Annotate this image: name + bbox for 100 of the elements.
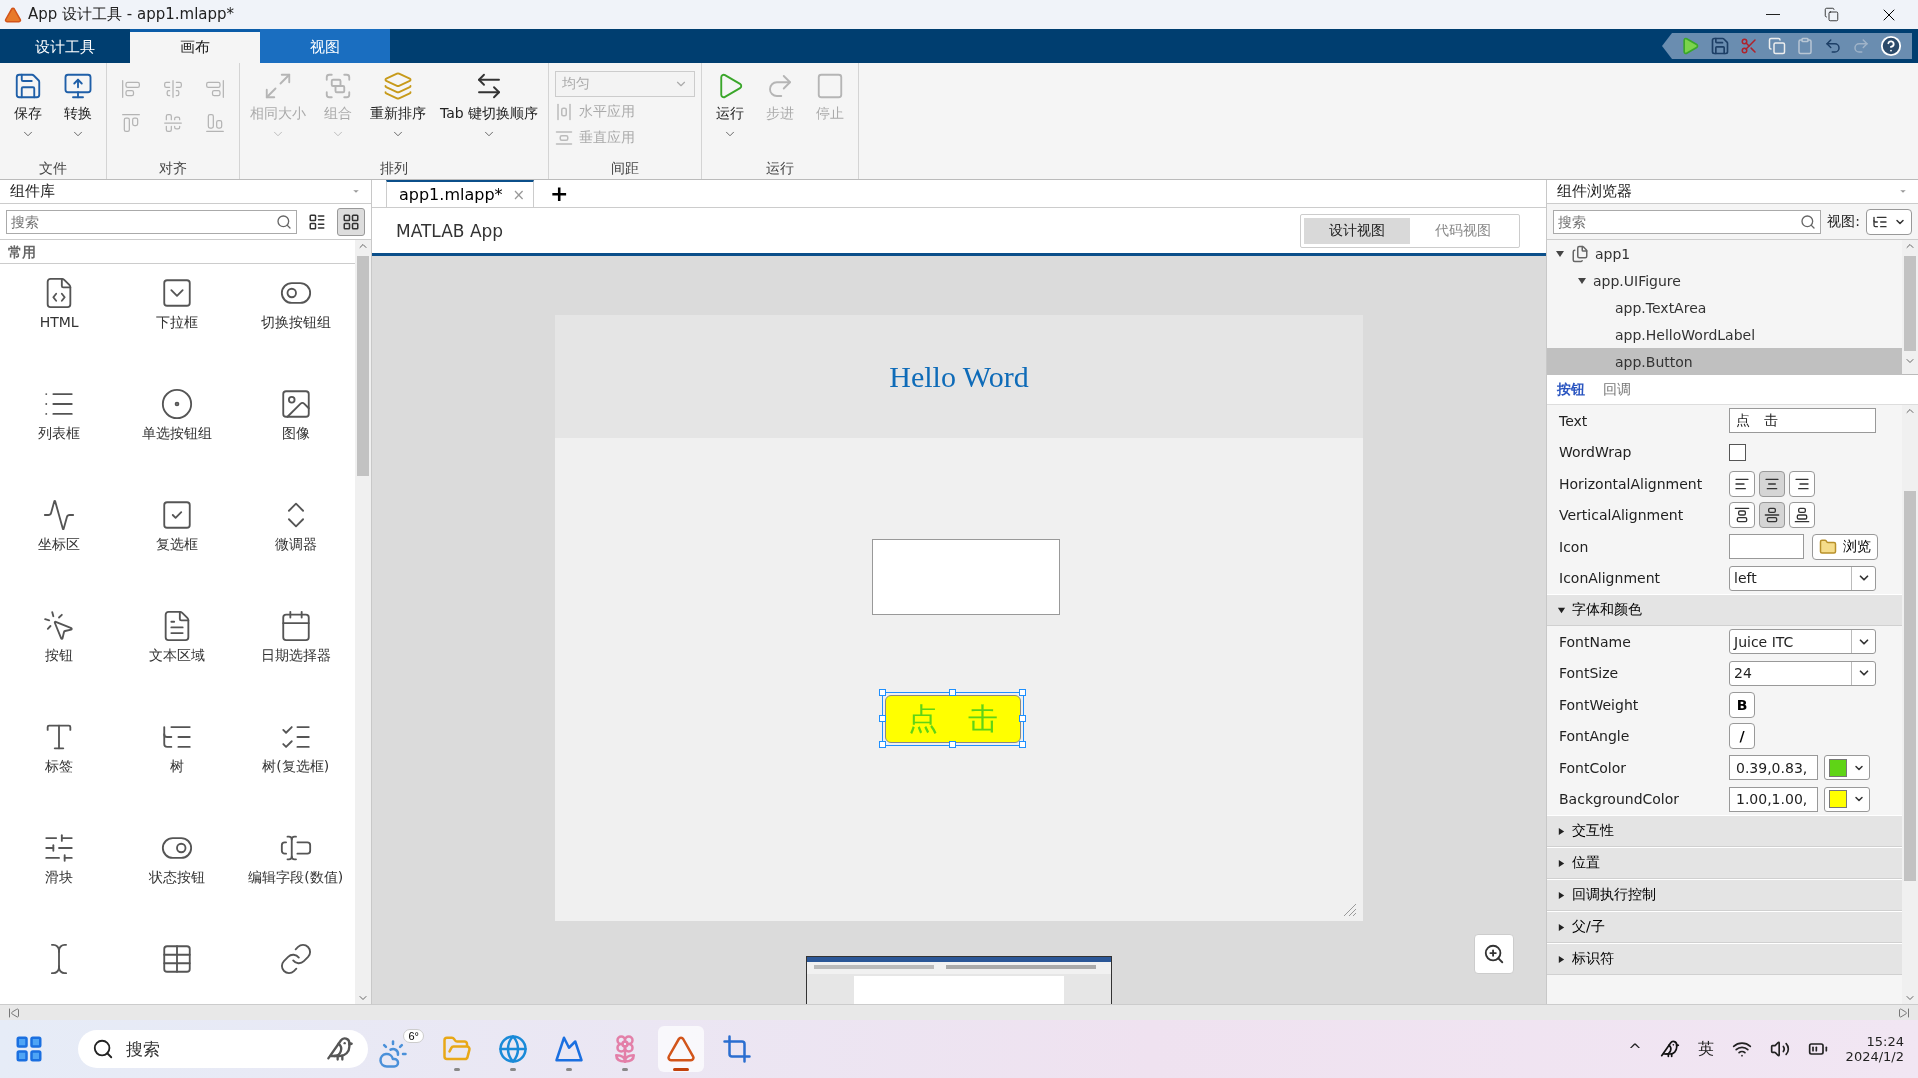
heading-label[interactable]: Hello Word — [889, 359, 1029, 394]
tree-item[interactable]: app.UIFigure — [1547, 267, 1681, 294]
color-value-field[interactable]: 1.00,1.00, — [1729, 786, 1818, 812]
alignment-button[interactable] — [1789, 502, 1815, 529]
resize-handle[interactable] — [1019, 741, 1026, 748]
collapsed-triangle-icon[interactable] — [1557, 922, 1566, 932]
toggle-button[interactable]: B — [1729, 691, 1755, 718]
taskbar-search-field[interactable]: 搜索 — [78, 1030, 368, 1068]
text-field[interactable]: 点 击 — [1729, 408, 1876, 434]
text-area[interactable] — [872, 539, 1060, 615]
component-item[interactable]: 单选按钮组 — [118, 387, 237, 443]
grid-view-button[interactable] — [337, 207, 365, 236]
play-icon[interactable] — [1680, 36, 1700, 56]
component-item[interactable]: 日期选择器 — [236, 609, 355, 665]
document-tab[interactable]: app1.mlapp* × — [386, 180, 535, 207]
icon-field[interactable] — [1729, 534, 1804, 560]
search-field[interactable]: 搜索 — [1553, 209, 1822, 234]
ribbon-tab[interactable]: 画布 — [130, 29, 260, 63]
wifi-icon[interactable] — [1731, 1039, 1752, 1059]
component-item[interactable]: 微调器 — [236, 498, 355, 554]
component-item[interactable]: 列表框 — [0, 387, 119, 443]
component-item[interactable]: 状态按钮 — [118, 831, 237, 887]
toolstrip-button[interactable]: Tab 键切换顺序 — [436, 67, 543, 145]
toggle-button[interactable]: / — [1729, 723, 1755, 750]
collapsed-triangle-icon[interactable] — [1557, 826, 1566, 836]
component-item[interactable]: 切换按钮组 — [236, 276, 355, 332]
scrollbar[interactable] — [355, 240, 371, 1004]
resize-handle[interactable] — [1019, 715, 1026, 722]
undo-icon[interactable] — [1824, 37, 1842, 55]
scrollbar-thumb[interactable] — [1904, 491, 1916, 881]
clipboard-icon[interactable] — [1796, 37, 1814, 55]
scrollbar[interactable] — [1902, 405, 1918, 1004]
color-value-field[interactable]: 0.39,0.83, — [1729, 755, 1818, 781]
alignment-button[interactable] — [1729, 502, 1755, 529]
component-item[interactable]: 下拉框 — [118, 276, 237, 332]
resize-handle[interactable] — [879, 741, 886, 748]
inspector-tab[interactable]: 按钮 — [1553, 380, 1589, 399]
scissors-icon[interactable] — [1740, 37, 1758, 55]
scrollbar-thumb[interactable] — [1904, 256, 1916, 351]
expanded-triangle-icon[interactable] — [1577, 275, 1587, 286]
component-item[interactable]: 按钮 — [0, 609, 119, 665]
resize-handle[interactable] — [879, 689, 886, 696]
alignment-button[interactable] — [1789, 470, 1815, 497]
copy-icon[interactable] — [1768, 37, 1786, 55]
section-header[interactable]: 字体和颜色 — [1547, 594, 1902, 626]
clock[interactable]: 15:24 2024/1/2 — [1845, 1034, 1904, 1064]
component-item[interactable]: 滑块 — [0, 831, 119, 887]
scrollbar[interactable] — [1902, 240, 1918, 374]
save-icon[interactable] — [1710, 36, 1730, 56]
alignment-button[interactable] — [1729, 470, 1755, 497]
collapsed-triangle-icon[interactable] — [1557, 954, 1566, 964]
tree-item[interactable]: app.TextArea — [1547, 294, 1707, 321]
zoom-in-button[interactable] — [1474, 934, 1514, 974]
toolstrip-button[interactable]: 运行 — [708, 67, 753, 145]
toolstrip-button[interactable]: 保存 — [6, 67, 50, 145]
section-header[interactable]: 父/子 — [1547, 911, 1902, 943]
component-item[interactable]: 图像 — [236, 387, 355, 443]
component-item[interactable]: HTML — [0, 276, 119, 330]
weather-widget[interactable]: 6° — [378, 1029, 424, 1069]
resize-handle[interactable] — [949, 689, 956, 696]
view-dropdown[interactable] — [1866, 208, 1912, 235]
section-header[interactable]: 交互性 — [1547, 815, 1902, 847]
toolstrip-button[interactable]: 转换 — [56, 67, 100, 145]
dropdown[interactable]: 24 — [1729, 660, 1876, 686]
browse-button[interactable]: 浏览 — [1812, 533, 1878, 560]
new-tab-button[interactable]: + — [544, 180, 575, 207]
component-item[interactable]: 坐标区 — [0, 498, 119, 554]
collapsed-triangle-icon[interactable] — [1557, 858, 1566, 868]
view-toggle[interactable]: 代码视图 — [1410, 217, 1516, 244]
scroll-end-icon[interactable] — [1898, 1006, 1910, 1019]
ribbon-tab[interactable]: 视图 — [260, 29, 390, 63]
color-picker[interactable] — [1824, 786, 1870, 812]
dropdown[interactable]: Juice ITC — [1729, 629, 1876, 655]
inspector-tab[interactable]: 回调 — [1599, 380, 1635, 399]
resize-handle[interactable] — [949, 741, 956, 748]
start-icon[interactable] — [14, 1034, 44, 1064]
component-item[interactable]: 复选框 — [118, 498, 237, 554]
component-item[interactable]: 树 — [118, 720, 237, 776]
expanded-triangle-icon[interactable] — [1557, 605, 1566, 615]
resize-handle[interactable] — [1019, 689, 1026, 696]
color-picker[interactable] — [1824, 755, 1870, 781]
tree-item[interactable]: app.HelloWordLabel — [1547, 321, 1756, 348]
volume-icon[interactable] — [1769, 1039, 1790, 1059]
bird-icon[interactable] — [1659, 1039, 1680, 1059]
search-field[interactable]: 搜索 — [6, 209, 297, 234]
toolstrip-button[interactable]: 重新排序 — [366, 67, 430, 145]
component-item[interactable]: 编辑字段(数值) — [236, 831, 355, 887]
help-icon[interactable] — [1880, 35, 1902, 57]
component-item[interactable]: 标签 — [0, 720, 119, 776]
input-method-indicator[interactable]: 英 — [1697, 1038, 1714, 1060]
tree-item[interactable]: app1 — [1547, 240, 1631, 267]
resize-handle[interactable] — [879, 715, 886, 722]
scrollbar-thumb[interactable] — [357, 256, 369, 476]
taskbar-app[interactable] — [658, 1026, 704, 1072]
component-item[interactable]: 文本区域 — [118, 609, 237, 665]
checkbox[interactable] — [1729, 443, 1746, 461]
dropdown[interactable]: left — [1729, 565, 1876, 591]
section-header[interactable]: 位置 — [1547, 847, 1902, 879]
section-header[interactable]: 标识符 — [1547, 943, 1902, 975]
component-item[interactable]: 树(复选框) — [236, 720, 355, 776]
